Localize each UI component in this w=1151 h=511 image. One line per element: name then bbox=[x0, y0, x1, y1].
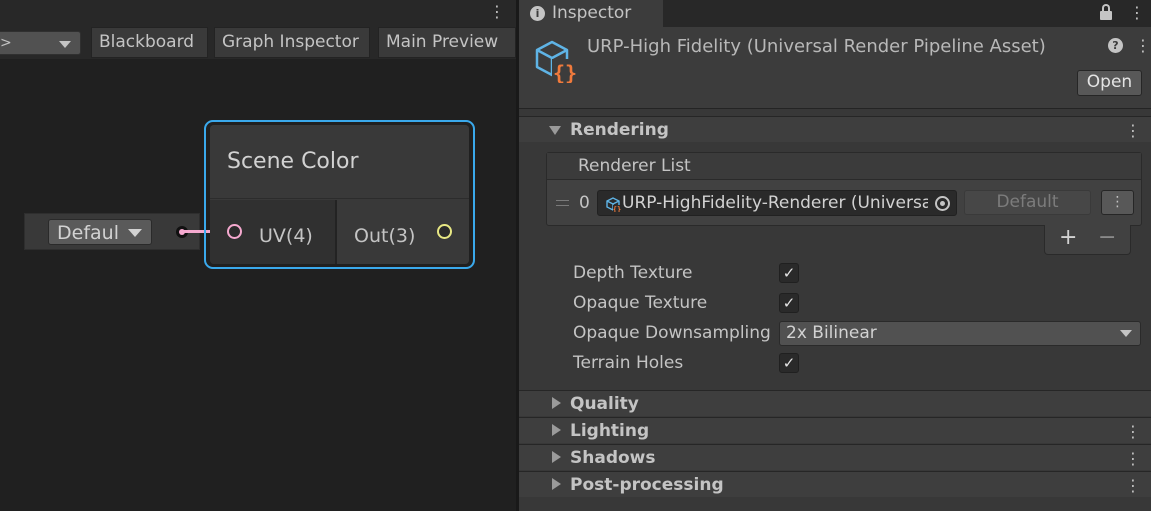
out-output-label: Out(3) bbox=[354, 225, 416, 247]
add-renderer-button[interactable]: + bbox=[1059, 225, 1077, 251]
uv-default-dropdown[interactable]: Defaul bbox=[48, 219, 152, 245]
node-title: Scene Color bbox=[227, 149, 359, 174]
lock-icon[interactable] bbox=[1099, 4, 1113, 20]
inspector-tab-bar: i Inspector ⋮ bbox=[519, 0, 1151, 27]
open-button[interactable]: Open bbox=[1077, 70, 1142, 96]
toolbar-dropdown-label: > bbox=[0, 35, 12, 51]
node-inputs: UV(4) bbox=[210, 200, 335, 264]
depth-texture-label: Depth Texture bbox=[573, 263, 693, 283]
help-icon[interactable]: ? bbox=[1108, 38, 1123, 53]
asset-title: URP-High Fidelity (Universal Render Pipe… bbox=[587, 36, 1046, 57]
uv-default-value-field: Defaul bbox=[24, 213, 200, 250]
section-lighting-label: Lighting bbox=[570, 421, 650, 441]
inspector-panel: i Inspector ⋮ {} URP-High Fidelity (Univ… bbox=[519, 0, 1151, 511]
foldout-collapsed-icon bbox=[552, 397, 561, 409]
depth-texture-checkbox[interactable]: ✓ bbox=[779, 263, 799, 283]
asset-icon: {} bbox=[535, 40, 579, 83]
section-post-processing[interactable]: Post-processing ⋮ bbox=[519, 471, 1151, 497]
renderer-list-title: Renderer List bbox=[578, 156, 691, 176]
section-lighting[interactable]: Lighting ⋮ bbox=[519, 417, 1151, 443]
shader-graph-canvas[interactable]: ⋮ > Blackboard Graph Inspector Main Prev… bbox=[0, 0, 516, 511]
renderer-object-field[interactable]: {} URP-HighFidelity-Renderer (Universal … bbox=[597, 190, 957, 216]
dropdown-arrow-icon bbox=[128, 229, 142, 237]
section-rendering-label: Rendering bbox=[570, 120, 669, 140]
tab-menu-icon[interactable]: ⋮ bbox=[1129, 3, 1145, 22]
section-menu-icon[interactable]: ⋮ bbox=[1125, 476, 1141, 495]
renderer-list-footer: + − bbox=[1044, 225, 1131, 255]
header-menu-icon[interactable]: ⋮ bbox=[1135, 36, 1151, 55]
object-picker-icon[interactable] bbox=[935, 196, 950, 211]
foldout-collapsed-icon bbox=[552, 451, 561, 463]
node-title-bar[interactable]: Scene Color bbox=[210, 125, 469, 199]
graph-inspector-button[interactable]: Graph Inspector bbox=[214, 27, 370, 58]
graph-menu-icon[interactable]: ⋮ bbox=[489, 4, 505, 20]
renderer-object-field-value: URP-HighFidelity-Renderer (Universal Ren… bbox=[622, 193, 928, 213]
main-preview-button[interactable]: Main Preview bbox=[378, 27, 516, 58]
section-rendering[interactable]: Rendering ⋮ bbox=[519, 116, 1151, 142]
set-default-button[interactable]: Default bbox=[964, 190, 1091, 215]
drag-handle-icon[interactable] bbox=[556, 200, 569, 206]
dropdown-arrow-icon bbox=[1120, 330, 1132, 337]
svg-text:{}: {} bbox=[613, 206, 621, 213]
section-menu-icon[interactable]: ⋮ bbox=[1125, 449, 1141, 468]
opaque-downsampling-dropdown[interactable]: 2x Bilinear bbox=[779, 321, 1141, 346]
dropdown-arrow-icon bbox=[59, 41, 71, 48]
renderer-asset-icon: {} bbox=[606, 197, 621, 213]
uv-default-dropdown-label: Defaul bbox=[57, 222, 119, 244]
section-quality-label: Quality bbox=[570, 394, 639, 414]
opaque-downsampling-value: 2x Bilinear bbox=[786, 323, 877, 343]
tab-inspector[interactable]: i Inspector bbox=[519, 0, 663, 27]
opaque-downsampling-label: Opaque Downsampling bbox=[573, 323, 771, 343]
renderer-row-menu-button[interactable]: ⋮ bbox=[1101, 190, 1134, 215]
section-post-processing-label: Post-processing bbox=[570, 475, 724, 495]
renderer-index: 0 bbox=[579, 193, 590, 213]
section-menu-icon[interactable]: ⋮ bbox=[1125, 121, 1141, 140]
section-shadows-label: Shadows bbox=[570, 448, 656, 468]
remove-renderer-button[interactable]: − bbox=[1098, 225, 1116, 251]
foldout-collapsed-icon bbox=[552, 424, 561, 436]
terrain-holes-label: Terrain Holes bbox=[573, 353, 684, 373]
section-quality[interactable]: Quality bbox=[519, 390, 1151, 416]
node-outputs: Out(3) bbox=[337, 200, 469, 264]
tab-inspector-label: Inspector bbox=[552, 3, 632, 23]
renderer-list: Renderer List 0 {} URP-HighFidelity-Rend… bbox=[546, 152, 1142, 226]
graph-toolbar: ⋮ > Blackboard Graph Inspector Main Prev… bbox=[0, 0, 516, 59]
uv-input-label: UV(4) bbox=[259, 225, 313, 247]
svg-text:{}: {} bbox=[553, 61, 577, 83]
blackboard-button[interactable]: Blackboard bbox=[91, 27, 208, 58]
section-menu-icon[interactable]: ⋮ bbox=[1125, 422, 1141, 441]
inspector-header: {} URP-High Fidelity (Universal Render P… bbox=[519, 27, 1151, 109]
out-output-port-icon[interactable] bbox=[437, 224, 452, 239]
foldout-expanded-icon bbox=[549, 126, 561, 135]
opaque-texture-label: Opaque Texture bbox=[573, 293, 708, 313]
terrain-holes-checkbox[interactable]: ✓ bbox=[779, 353, 799, 373]
opaque-texture-checkbox[interactable]: ✓ bbox=[779, 293, 799, 313]
scene-color-node[interactable]: Scene Color UV(4) Out(3) bbox=[210, 125, 469, 264]
info-icon: i bbox=[530, 6, 545, 21]
foldout-collapsed-icon bbox=[552, 478, 561, 490]
renderer-list-header: Renderer List bbox=[547, 153, 1141, 180]
uv-input-port-icon[interactable] bbox=[227, 224, 242, 239]
toolbar-dropdown[interactable]: > bbox=[0, 31, 81, 55]
section-shadows[interactable]: Shadows ⋮ bbox=[519, 444, 1151, 470]
